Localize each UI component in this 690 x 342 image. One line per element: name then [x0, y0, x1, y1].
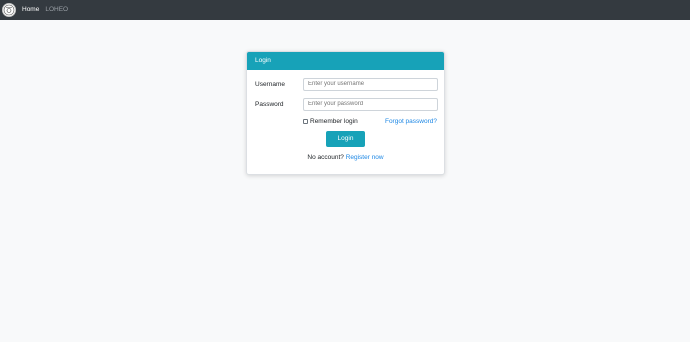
- remember-login-checkbox[interactable]: [303, 119, 308, 124]
- register-now-link[interactable]: Register now: [346, 154, 384, 161]
- nav-brand-link[interactable]: LOHEO: [45, 0, 68, 20]
- username-input[interactable]: [303, 77, 438, 91]
- password-row: Password: [255, 97, 438, 111]
- top-navbar: Home LOHEO: [0, 0, 690, 20]
- register-line: No account? Register now: [247, 154, 444, 161]
- login-button[interactable]: Login: [326, 131, 365, 147]
- password-label: Password: [255, 100, 284, 108]
- club-logo-icon[interactable]: [2, 3, 16, 17]
- nav-home-link[interactable]: Home: [22, 0, 39, 20]
- forgot-password-link[interactable]: Forgot password?: [385, 118, 437, 125]
- remember-login-label: Remember login: [310, 118, 358, 125]
- password-input[interactable]: [303, 97, 438, 111]
- username-label: Username: [255, 80, 285, 88]
- login-card-title: Login: [247, 52, 444, 70]
- username-row: Username: [255, 77, 438, 91]
- remember-login-checkbox-row[interactable]: Remember login: [303, 118, 358, 125]
- no-account-text: No account?: [307, 154, 344, 161]
- login-card: Login Username Password Remember login F…: [246, 51, 445, 175]
